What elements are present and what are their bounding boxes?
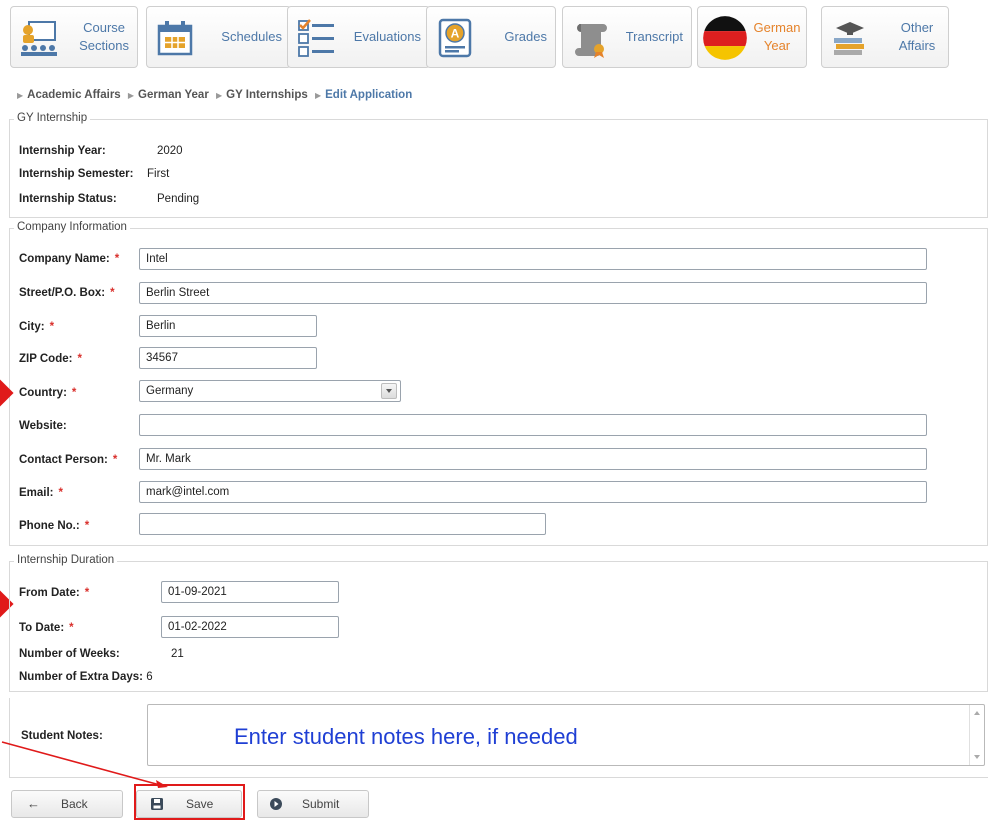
nav-tile-evaluations[interactable]: Evaluations: [287, 6, 430, 68]
company-information-section: Company Information Company Name:* Stree…: [9, 221, 988, 546]
nav-tile-schedules[interactable]: Schedules: [146, 6, 291, 68]
street-label: Street/P.O. Box: *: [19, 287, 115, 299]
nav-tile-label: Grades: [504, 29, 547, 44]
email-input[interactable]: [139, 481, 927, 503]
course-sections-icon: [21, 21, 57, 56]
country-selected-value: Germany: [146, 385, 194, 397]
nav-tile-course-sections[interactable]: Course Sections: [10, 6, 138, 68]
contact-person-input[interactable]: [139, 448, 927, 470]
chevron-down-icon[interactable]: [381, 383, 397, 399]
submit-button-label: Submit: [302, 797, 340, 811]
required-asterisk: *: [110, 287, 115, 299]
nav-tile-label: Other Affairs: [898, 20, 936, 53]
company-name-label: Company Name: *: [19, 253, 120, 265]
email-label: Email: *: [19, 487, 63, 499]
extra-days-value: 6: [146, 671, 153, 683]
required-asterisk: *: [112, 454, 118, 466]
section-legend: GY Internship: [14, 112, 91, 124]
back-button-label: Back: [61, 797, 88, 811]
required-asterisk: *: [69, 622, 74, 634]
nav-tile-label: Course Sections: [79, 20, 129, 53]
zip-code-label: ZIP Code: *: [19, 353, 82, 365]
books-graduation-icon: [834, 22, 864, 55]
german-flag-icon: [703, 16, 747, 60]
breadcrumb-academic-affairs[interactable]: Academic Affairs: [27, 89, 121, 101]
back-button[interactable]: ← Back: [11, 790, 123, 818]
required-asterisk: *: [71, 387, 77, 399]
zip-code-input[interactable]: [139, 347, 317, 369]
required-asterisk: *: [49, 321, 55, 333]
student-notes-textarea[interactable]: Enter student notes here, if needed: [147, 704, 985, 766]
website-input[interactable]: [139, 414, 927, 436]
section-legend: Company Information: [14, 221, 130, 233]
breadcrumb-separator-icon: ▶: [17, 91, 24, 100]
phone-input[interactable]: [139, 513, 546, 535]
submit-button[interactable]: Submit: [257, 790, 369, 818]
from-date-input[interactable]: [161, 581, 339, 603]
required-asterisk: *: [77, 353, 82, 365]
scroll-down-icon[interactable]: [974, 755, 980, 759]
gy-internship-section: GY Internship Internship Year: 2020 Inte…: [9, 112, 988, 218]
street-input[interactable]: [139, 282, 927, 304]
nav-tile-grades[interactable]: A Grades: [426, 6, 556, 68]
number-of-weeks-value: 21: [171, 648, 184, 660]
required-asterisk: *: [114, 253, 120, 265]
submit-circle-icon: [270, 798, 282, 810]
internship-semester-label: Internship Semester:: [19, 168, 134, 180]
breadcrumb-separator-icon: ▶: [216, 91, 223, 100]
internship-year-label: Internship Year:: [19, 145, 106, 157]
city-input[interactable]: [139, 315, 317, 337]
contact-person-label: Contact Person: *: [19, 454, 118, 466]
calendar-icon: [157, 21, 193, 56]
company-name-input[interactable]: [139, 248, 927, 270]
save-highlight-box: [134, 784, 245, 820]
section-legend: Internship Duration: [14, 554, 118, 566]
internship-status-value: Pending: [157, 193, 200, 205]
scroll-icon: [575, 24, 607, 58]
breadcrumb-gy-internships[interactable]: GY Internships: [226, 89, 308, 101]
textarea-scrollbar[interactable]: [969, 705, 984, 765]
nav-tile-transcript[interactable]: Transcript: [562, 6, 692, 68]
internship-duration-section: Internship Duration From Date:* To Date:…: [9, 554, 988, 692]
city-label: City: *: [19, 321, 55, 333]
from-date-label: From Date: *: [19, 587, 90, 599]
nav-tile-german-year[interactable]: German Year: [697, 6, 807, 68]
internship-status-label: Internship Status:: [19, 193, 117, 205]
to-date-input[interactable]: [161, 616, 339, 638]
internship-semester-value: First: [147, 168, 170, 180]
required-asterisk: *: [84, 587, 90, 599]
student-notes-hint: Enter student notes here, if needed: [234, 724, 578, 749]
breadcrumb-german-year[interactable]: German Year: [138, 89, 209, 101]
nav-tile-label: Transcript: [625, 29, 683, 44]
breadcrumb-separator-icon: ▶: [314, 91, 322, 100]
country-label: Country: *: [19, 387, 77, 399]
nav-tile-label: Schedules: [221, 29, 282, 44]
breadcrumb-separator-icon: ▶: [127, 91, 135, 100]
svg-text:A: A: [451, 27, 460, 41]
arrow-left-icon: ←: [27, 796, 40, 811]
nav-tile-label: German Year: [753, 20, 801, 53]
nav-tile-other-affairs[interactable]: Other Affairs: [821, 6, 949, 68]
required-asterisk: *: [58, 487, 63, 499]
scroll-up-icon[interactable]: [974, 711, 980, 715]
required-asterisk: *: [84, 520, 90, 532]
checklist-icon: [298, 19, 334, 57]
breadcrumb: ▶ Academic Affairs ▶ German Year ▶ GY Inter…: [17, 89, 416, 101]
breadcrumb-edit-application: Edit Application: [325, 89, 413, 101]
nav-tile-label: Evaluations: [353, 29, 421, 44]
website-label: Website:: [19, 420, 67, 432]
phone-label: Phone No.: *: [19, 520, 90, 532]
to-date-label: To Date: *: [19, 622, 74, 634]
internship-year-value: 2020: [157, 145, 183, 157]
country-select[interactable]: Germany: [139, 380, 401, 402]
extra-days-label: Number of Extra Days: 6: [19, 671, 153, 683]
grades-icon: A: [438, 18, 472, 58]
number-of-weeks-label: Number of Weeks:: [19, 648, 120, 660]
